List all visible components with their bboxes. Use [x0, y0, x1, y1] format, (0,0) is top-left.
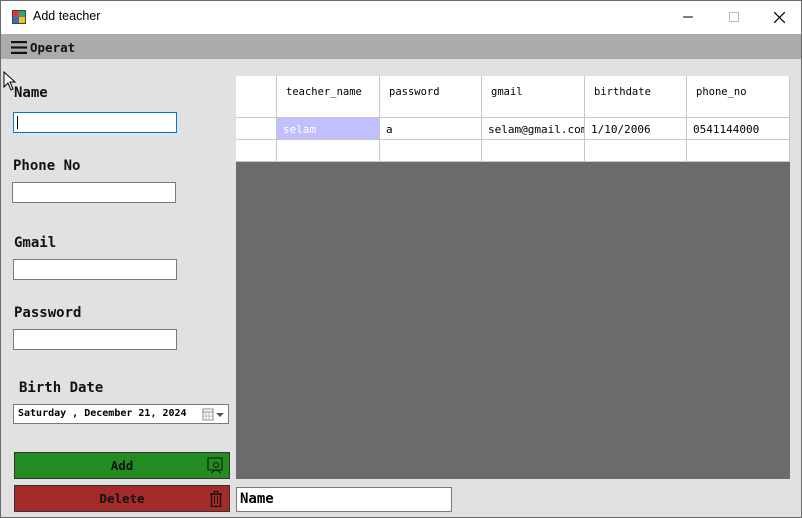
- gmail-input[interactable]: [13, 259, 177, 280]
- app-icon: [12, 10, 26, 24]
- phone-label: Phone No: [13, 158, 81, 174]
- menu-bar: Operat: [1, 34, 801, 59]
- maximize-icon: [729, 12, 739, 22]
- text-caret: [17, 116, 18, 129]
- add-user-icon: [207, 457, 223, 474]
- hamburger-menu-icon: [11, 40, 27, 54]
- delete-button-label: Delete: [99, 491, 145, 506]
- column-header[interactable]: password: [380, 76, 482, 118]
- phone-input[interactable]: [12, 182, 176, 203]
- new-row-cell[interactable]: [380, 140, 482, 162]
- minimize-button[interactable]: [665, 1, 711, 33]
- table-cell[interactable]: 0541144000: [687, 118, 790, 140]
- close-icon: [773, 11, 785, 23]
- add-button-label: Add: [110, 458, 134, 473]
- menu-item-operat[interactable]: Operat: [11, 37, 75, 57]
- trash-icon: [210, 491, 222, 508]
- new-row-header[interactable]: [236, 140, 277, 162]
- window-title: Add teacher: [33, 9, 101, 23]
- table-cell[interactable]: selam@gmail.com: [482, 118, 585, 140]
- column-header[interactable]: teacher_name: [277, 76, 380, 118]
- add-button[interactable]: Add: [14, 452, 230, 479]
- new-row-cell[interactable]: [585, 140, 687, 162]
- column-header[interactable]: gmail: [482, 76, 585, 118]
- column-header[interactable]: birthdate: [585, 76, 687, 118]
- birthdate-picker[interactable]: Saturday , December 21, 2024: [13, 404, 229, 424]
- title-bar[interactable]: Add teacher: [1, 1, 801, 34]
- birthdate-value: Saturday , December 21, 2024: [18, 408, 187, 419]
- app-window: Add teacher Operat Name Phone No Gmail P…: [0, 0, 802, 518]
- maximize-button[interactable]: [711, 1, 757, 33]
- close-button[interactable]: [756, 1, 801, 33]
- password-input[interactable]: [13, 329, 177, 350]
- table-cell[interactable]: selam: [277, 118, 380, 140]
- row-header[interactable]: [236, 118, 277, 140]
- column-header[interactable]: phone_no: [687, 76, 790, 118]
- menu-item-label: Operat: [30, 39, 76, 55]
- calendar-dropdown-icon[interactable]: [202, 408, 226, 421]
- new-row-cell[interactable]: [687, 140, 790, 162]
- search-value: Name: [240, 491, 274, 507]
- name-input[interactable]: [13, 112, 177, 133]
- table-cell[interactable]: a: [380, 118, 482, 140]
- table-cell[interactable]: 1/10/2006: [585, 118, 687, 140]
- new-row-cell[interactable]: [482, 140, 585, 162]
- delete-button[interactable]: Delete: [14, 485, 230, 512]
- form-panel: Name Phone No Gmail Password Birth Date …: [1, 59, 801, 517]
- search-input[interactable]: Name: [236, 487, 452, 512]
- teachers-grid[interactable]: teacher_name password gmail birthdate ph…: [236, 76, 790, 479]
- gmail-label: Gmail: [14, 235, 57, 251]
- password-label: Password: [14, 305, 82, 321]
- birthdate-label: Birth Date: [19, 380, 104, 396]
- minimize-icon: [683, 16, 693, 18]
- row-header-corner[interactable]: [236, 76, 277, 118]
- new-row-cell[interactable]: [277, 140, 380, 162]
- name-label: Name: [14, 85, 48, 101]
- mouse-cursor-icon: [3, 71, 17, 91]
